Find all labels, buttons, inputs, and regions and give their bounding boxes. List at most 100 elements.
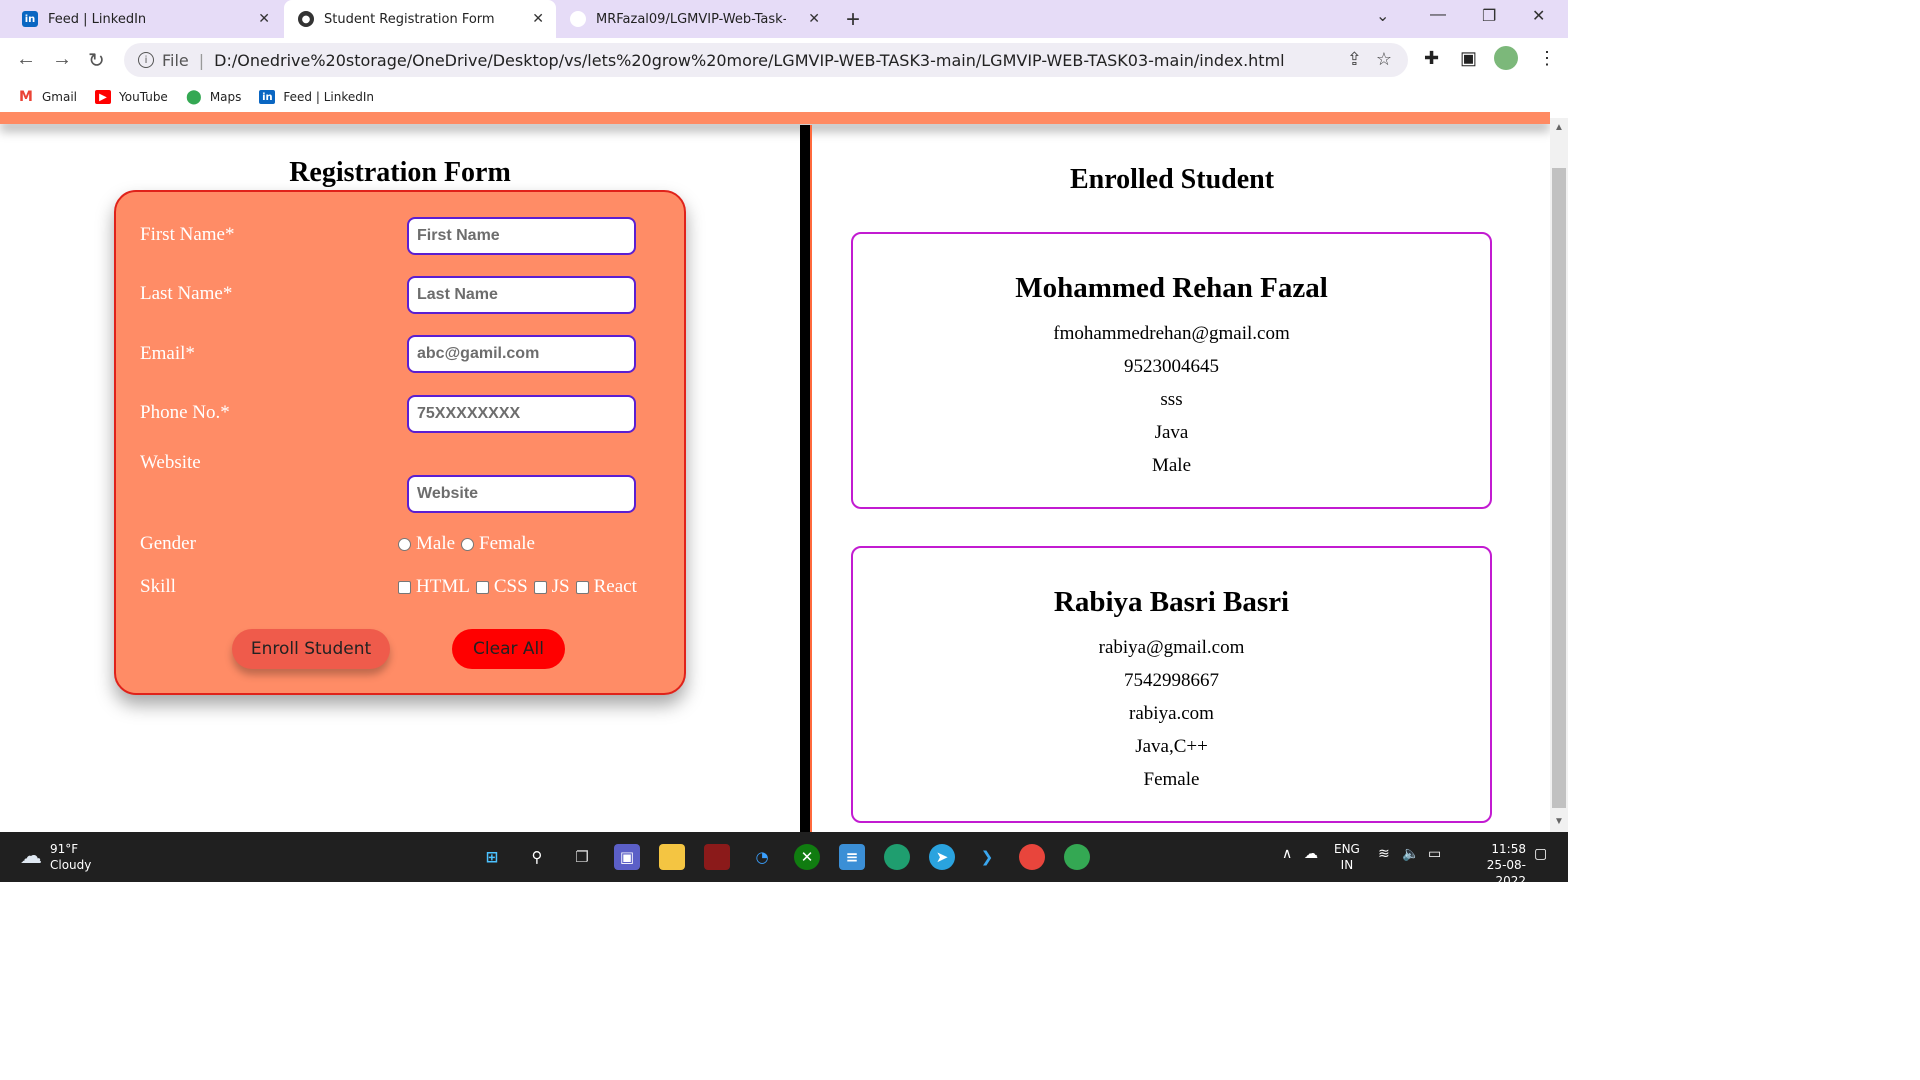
student-name: Mohammed Rehan Fazal [1015, 272, 1328, 304]
url-separator: | [198, 50, 205, 70]
last-name-input[interactable] [407, 276, 636, 314]
region-code: IN [1340, 858, 1354, 872]
phone-input[interactable] [407, 395, 636, 433]
task-view-icon[interactable]: ❐ [569, 844, 595, 870]
vertical-divider [800, 125, 812, 832]
tab-search-chevron-icon[interactable]: ⌄ [1376, 6, 1389, 26]
back-icon[interactable]: ← [16, 48, 36, 71]
teams-chat-icon[interactable]: ▣ [614, 844, 640, 870]
close-icon[interactable]: ✕ [532, 11, 544, 27]
gender-female-radio[interactable] [461, 537, 475, 551]
windows-start-icon[interactable]: ⊞ [479, 844, 505, 870]
language-code: ENG [1334, 842, 1360, 856]
restore-icon[interactable]: ❐ [1482, 6, 1496, 26]
page-scrollbar[interactable]: ▲ ▼ [1550, 118, 1568, 832]
app-icon[interactable] [704, 844, 730, 870]
address-bar[interactable]: i File | D:/Onedrive%20storage/OneDrive/… [124, 43, 1408, 77]
gender-label: Gender [140, 533, 196, 554]
skill-html-label: HTML [416, 576, 470, 597]
url-text: D:/Onedrive%20storage/OneDrive/Desktop/v… [214, 50, 1285, 70]
tab-linkedin[interactable]: in Feed | LinkedIn ✕ [0, 0, 282, 38]
skill-js-checkbox[interactable] [533, 580, 547, 594]
close-window-icon[interactable]: ✕ [1532, 6, 1545, 26]
student-skills: Java,C++ [1135, 736, 1208, 757]
student-email: rabiya@gmail.com [1098, 637, 1245, 658]
close-icon[interactable]: ✕ [258, 11, 270, 27]
student-gender: Female [1143, 769, 1200, 790]
tab-github[interactable]: MRFazal09/LGMVIP-Web-Task-03: I ✕ [556, 0, 832, 38]
enroll-student-button[interactable]: Enroll Student [232, 629, 390, 669]
bookmark-gmail[interactable]: M Gmail [18, 89, 77, 105]
bookmark-star-icon[interactable]: ☆ [1376, 49, 1392, 70]
gmail-icon: M [19, 89, 33, 105]
bookmark-youtube[interactable]: ▶ YouTube [95, 90, 168, 104]
close-icon[interactable]: ✕ [808, 11, 820, 27]
telegram-icon[interactable]: ➤ [929, 844, 955, 870]
info-icon[interactable]: i [138, 52, 154, 68]
gender-male-label: Male [416, 533, 456, 554]
tab-student-registration[interactable]: ● Student Registration Form ✕ [284, 0, 556, 38]
gender-options: Male Female [398, 533, 541, 555]
menu-icon[interactable]: ⋮ [1538, 48, 1556, 69]
file-explorer-icon[interactable] [659, 844, 685, 870]
dev-tool-icon[interactable]: ◔ [749, 844, 775, 870]
scrollbar-thumb[interactable] [1552, 168, 1566, 808]
email-input[interactable] [407, 335, 636, 373]
scroll-down-icon[interactable]: ▼ [1554, 816, 1564, 827]
onedrive-icon[interactable]: ☁ [1304, 846, 1318, 862]
student-email: fmohammedrehan@gmail.com [1053, 323, 1290, 344]
side-panel-icon[interactable]: ▣ [1460, 48, 1477, 69]
maps-icon: ⬤ [185, 89, 202, 105]
student-name: Rabiya Basri Basri [1053, 586, 1290, 618]
reload-icon[interactable]: ↻ [88, 48, 105, 73]
notepad-icon[interactable]: ≡ [839, 844, 865, 870]
student-card: Rabiya Basri Basri rabiya@gmail.com 7542… [851, 546, 1492, 823]
chrome-icon[interactable] [1019, 844, 1045, 870]
linkedin-icon: in [259, 90, 276, 104]
extensions-icon[interactable]: ✚ [1424, 48, 1439, 69]
search-icon[interactable]: ⚲ [524, 844, 550, 870]
gender-male-radio[interactable] [398, 537, 411, 551]
browser-toolbar: ← → ↻ i File | D:/Onedrive%20storage/One… [0, 38, 1568, 82]
windows-taskbar: ☁ 91°F Cloudy ⊞ ⚲ ❐ ▣ ◔ ✕ ≡ ➤ ❯ ∧ ☁ ENG … [0, 832, 1568, 888]
share-icon[interactable]: ⇪ [1347, 49, 1362, 70]
profile-avatar[interactable] [1494, 46, 1518, 70]
notification-icon[interactable]: ▢ [1534, 846, 1547, 862]
forward-icon[interactable]: → [52, 48, 72, 71]
skill-react-checkbox[interactable] [575, 580, 589, 594]
edge-icon[interactable] [884, 844, 910, 870]
bookmarks-bar: M Gmail ▶ YouTube ⬤ Maps in Feed | Linke… [0, 82, 1568, 112]
student-phone: 9523004645 [1124, 356, 1219, 377]
volume-icon[interactable]: 🔈 [1402, 846, 1419, 862]
youtube-icon: ▶ [95, 90, 112, 104]
tab-title: Student Registration Form [324, 11, 495, 27]
tab-strip: in Feed | LinkedIn ✕ ● Student Registrat… [0, 0, 1568, 38]
first-name-input[interactable] [407, 217, 636, 255]
email-label: Email* [140, 343, 195, 364]
bookmark-maps[interactable]: ⬤ Maps [185, 89, 241, 105]
last-name-label: Last Name* [140, 283, 233, 304]
minimize-icon[interactable]: — [1430, 6, 1446, 24]
page-viewport: Registration Form First Name* Last Name*… [0, 112, 1550, 832]
language-indicator[interactable]: ENG IN [1334, 841, 1360, 873]
skill-css-checkbox[interactable] [475, 580, 489, 594]
skill-html-checkbox[interactable] [398, 580, 411, 594]
student-website: sss [1160, 389, 1183, 410]
xbox-icon[interactable]: ✕ [794, 844, 820, 870]
wifi-icon[interactable]: ≋ [1378, 846, 1390, 862]
weather-widget[interactable]: ☁ 91°F Cloudy [20, 841, 91, 873]
url-scheme: File [162, 50, 189, 70]
battery-icon[interactable]: ▭ [1428, 846, 1441, 862]
github-icon [570, 11, 586, 27]
bookmark-linkedin[interactable]: in Feed | LinkedIn [259, 90, 374, 104]
vscode-icon[interactable]: ❯ [974, 844, 1000, 870]
bookmark-label: YouTube [119, 90, 168, 104]
new-tab-icon[interactable]: + [846, 6, 860, 34]
clock[interactable]: 11:58 25-08-2022 [1458, 841, 1526, 889]
chrome-active-icon[interactable] [1064, 844, 1090, 870]
form-title: Registration Form [289, 157, 511, 188]
clear-all-button[interactable]: Clear All [452, 629, 565, 669]
website-input[interactable] [407, 475, 636, 513]
show-hidden-icons[interactable]: ∧ [1282, 846, 1292, 862]
scroll-up-icon[interactable]: ▲ [1554, 122, 1564, 133]
